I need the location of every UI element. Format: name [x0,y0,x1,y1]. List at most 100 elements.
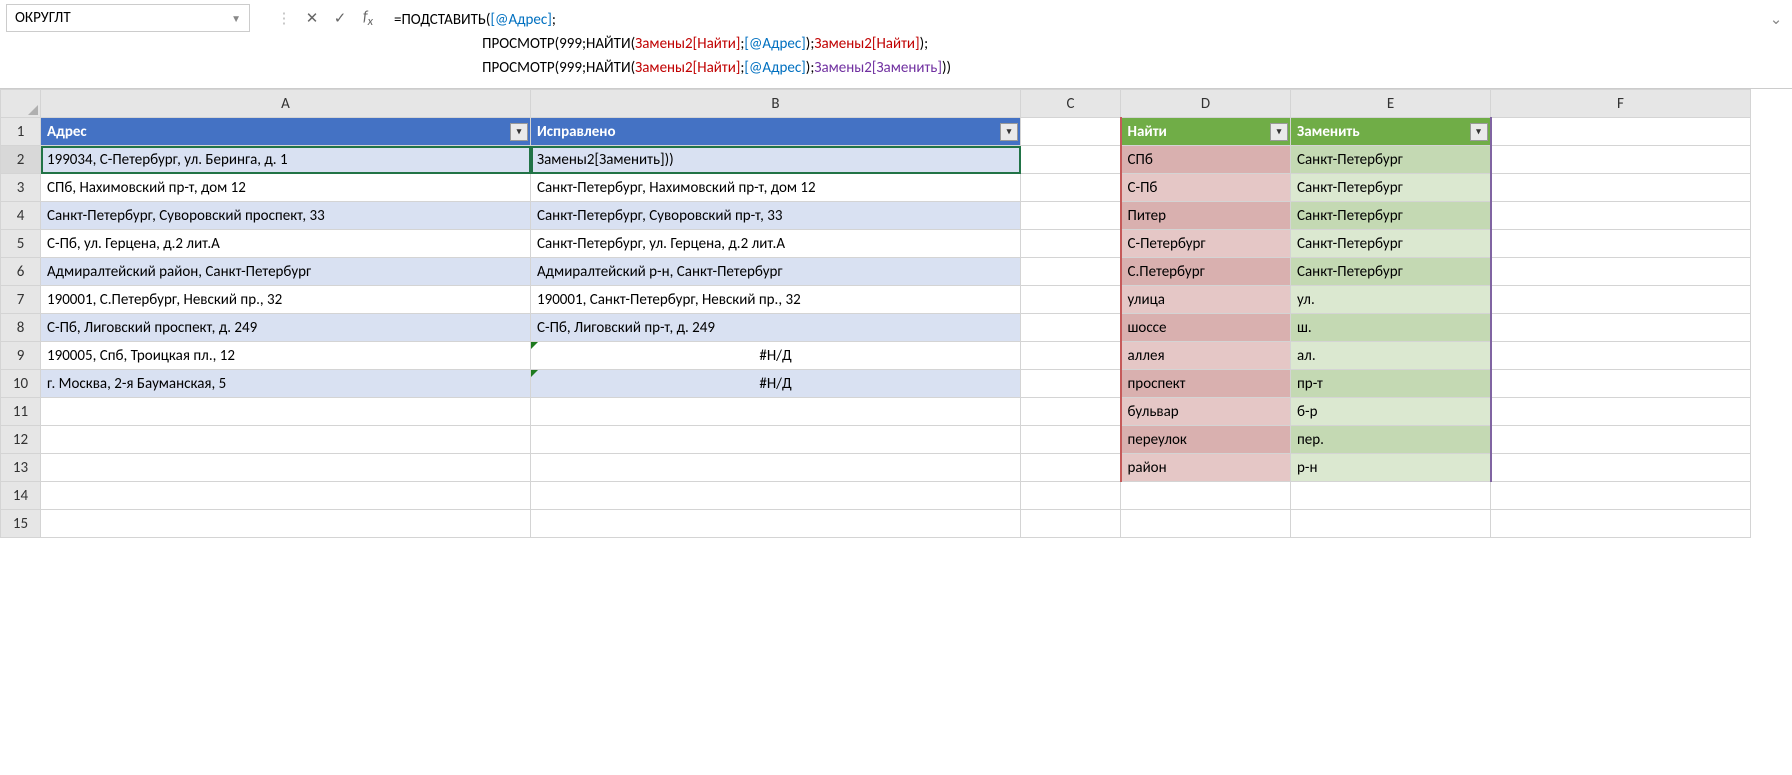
cell[interactable]: С-Пб, Лиговский проспект, д. 249 [41,314,531,342]
cell[interactable]: Замены2[Заменить])) [531,146,1021,174]
cell[interactable]: аллея [1121,342,1291,370]
col-header-E[interactable]: E [1291,90,1491,118]
cell[interactable] [1491,510,1751,538]
cell[interactable]: г. Москва, 2-я Бауманская, 5 [41,370,531,398]
cell[interactable] [531,426,1021,454]
row-header[interactable]: 7 [1,286,41,314]
name-box[interactable]: ОКРУГЛТ ▼ [6,4,250,32]
expand-formula-bar-icon[interactable]: ⌄ [1766,4,1786,29]
cell[interactable]: Санкт-Петербург [1291,230,1491,258]
cell[interactable] [1491,286,1751,314]
worksheet[interactable]: A B C D E F 1Адрес▾Исправлено▾Найти▾Заме… [0,89,1792,538]
row-header[interactable]: 12 [1,426,41,454]
filter-dropdown-icon[interactable]: ▾ [1470,123,1488,141]
cell[interactable]: 190001, С.Петербург, Невский пр., 32 [41,286,531,314]
row-header[interactable]: 13 [1,454,41,482]
col-header-B[interactable]: B [531,90,1021,118]
cell[interactable] [1021,146,1121,174]
cell[interactable]: #Н/Д [531,370,1021,398]
cell[interactable] [1491,146,1751,174]
cell[interactable] [531,510,1021,538]
cell[interactable]: переулок [1121,426,1291,454]
cell[interactable] [1491,314,1751,342]
cell[interactable] [1491,118,1751,146]
row-header[interactable]: 1 [1,118,41,146]
cell[interactable]: СПб [1121,146,1291,174]
select-all-corner[interactable] [1,90,41,118]
cell[interactable]: ал. [1291,342,1491,370]
cell[interactable] [1491,426,1751,454]
row-header[interactable]: 10 [1,370,41,398]
cell[interactable]: Санкт-Петербург [1291,258,1491,286]
cell[interactable] [1491,258,1751,286]
row-header[interactable]: 8 [1,314,41,342]
cell[interactable]: Исправлено▾ [531,118,1021,146]
cell[interactable]: Найти▾ [1121,118,1291,146]
col-header-A[interactable]: A [41,90,531,118]
cell[interactable] [41,398,531,426]
cell[interactable]: Заменить▾ [1291,118,1491,146]
cell[interactable] [1021,286,1121,314]
cell[interactable]: р-н [1291,454,1491,482]
cell[interactable] [531,482,1021,510]
cell[interactable]: 190005, Спб, Троицкая пл., 12 [41,342,531,370]
row-header[interactable]: 4 [1,202,41,230]
cell[interactable]: Адрес▾ [41,118,531,146]
cell[interactable]: Санкт-Петербург, Суворовский пр-т, 33 [531,202,1021,230]
cell[interactable]: С-Пб [1121,174,1291,202]
cell[interactable] [1121,482,1291,510]
cell[interactable] [1491,174,1751,202]
cell[interactable] [1121,510,1291,538]
cell[interactable]: проспект [1121,370,1291,398]
cell[interactable]: 190001, Санкт-Петербург, Невский пр., 32 [531,286,1021,314]
cell[interactable] [1491,454,1751,482]
cell[interactable]: #Н/Д [531,342,1021,370]
cell[interactable] [1491,342,1751,370]
cell[interactable]: С-Петербург [1121,230,1291,258]
cell[interactable]: улица [1121,286,1291,314]
cell[interactable] [1021,314,1121,342]
row-header[interactable]: 11 [1,398,41,426]
cancel-formula-button[interactable]: ✕ [298,4,326,32]
filter-dropdown-icon[interactable]: ▾ [1270,123,1288,141]
cell[interactable]: ул. [1291,286,1491,314]
cell[interactable]: бульвар [1121,398,1291,426]
row-header[interactable]: 9 [1,342,41,370]
cell[interactable]: пер. [1291,426,1491,454]
insert-function-button[interactable]: fx [354,4,382,32]
cell[interactable]: Санкт-Петербург [1291,146,1491,174]
col-header-F[interactable]: F [1491,90,1751,118]
cell[interactable] [1021,426,1121,454]
cell[interactable]: С-Пб, ул. Герцена, д.2 лит.А [41,230,531,258]
cell[interactable]: Питер [1121,202,1291,230]
filter-dropdown-icon[interactable]: ▾ [510,123,528,141]
cell[interactable] [1021,118,1121,146]
cell[interactable] [1021,202,1121,230]
cell[interactable]: Адмиралтейский р-н, Санкт-Петербург [531,258,1021,286]
cell[interactable] [531,454,1021,482]
cell[interactable]: С.Петербург [1121,258,1291,286]
filter-dropdown-icon[interactable]: ▾ [1000,123,1018,141]
row-header[interactable]: 15 [1,510,41,538]
cell[interactable] [1291,510,1491,538]
row-header[interactable]: 14 [1,482,41,510]
cell[interactable] [41,510,531,538]
col-header-D[interactable]: D [1121,90,1291,118]
cell[interactable]: район [1121,454,1291,482]
cell[interactable] [1491,202,1751,230]
cell[interactable]: ш. [1291,314,1491,342]
cell[interactable] [1021,454,1121,482]
cell[interactable] [1021,258,1121,286]
cell[interactable] [1021,398,1121,426]
cell[interactable]: Адмиралтейский район, Санкт-Петербург [41,258,531,286]
row-header[interactable]: 2 [1,146,41,174]
cell[interactable] [1021,174,1121,202]
enter-formula-button[interactable]: ✓ [326,4,354,32]
cell[interactable] [531,398,1021,426]
cell[interactable] [1491,230,1751,258]
cell[interactable] [1021,370,1121,398]
cell[interactable]: Санкт-Петербург [1291,174,1491,202]
row-header[interactable]: 5 [1,230,41,258]
row-header[interactable]: 6 [1,258,41,286]
cell[interactable] [1491,370,1751,398]
